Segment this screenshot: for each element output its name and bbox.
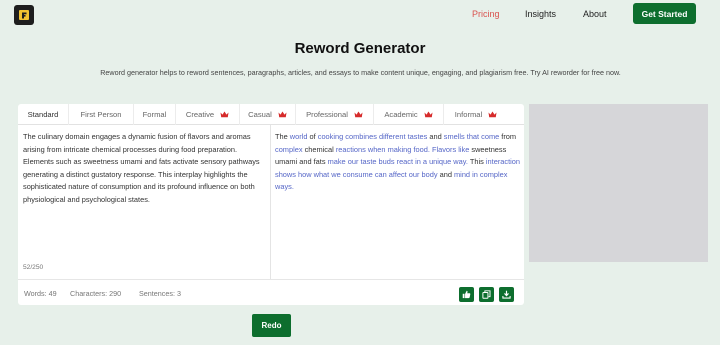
logo[interactable]	[14, 5, 34, 25]
changed-phrase[interactable]: world	[290, 132, 308, 141]
changed-phrase[interactable]: cooking combines different tastes	[318, 132, 428, 141]
copy-button[interactable]	[479, 287, 494, 302]
changed-phrase[interactable]: make our taste buds react in a unique wa…	[328, 157, 468, 166]
redo-button[interactable]: Redo	[252, 314, 291, 337]
nav-insights[interactable]: Insights	[525, 9, 556, 19]
word-count: Words: 49	[24, 289, 57, 298]
tab-label: First Person	[80, 110, 122, 119]
reword-card: Standard First Person Formal Creative Ca…	[18, 104, 524, 305]
like-button[interactable]	[459, 287, 474, 302]
tab-formal[interactable]: Formal	[134, 104, 176, 125]
tab-academic[interactable]: Academic	[374, 104, 444, 125]
nav-about[interactable]: About	[583, 9, 607, 19]
tab-creative[interactable]: Creative	[176, 104, 240, 125]
tab-professional[interactable]: Professional	[296, 104, 374, 125]
thumbs-up-icon	[462, 290, 471, 299]
changed-phrase[interactable]: smells that come	[444, 132, 499, 141]
crown-icon	[424, 111, 433, 118]
tab-informal[interactable]: Informal	[444, 104, 508, 125]
crown-icon	[354, 111, 363, 118]
download-icon	[502, 290, 511, 299]
crown-icon	[278, 111, 287, 118]
unchanged-phrase: This	[467, 157, 486, 166]
unchanged-phrase: The	[275, 132, 290, 141]
tab-label: Standard	[27, 110, 59, 119]
download-button[interactable]	[499, 287, 514, 302]
nav-pricing[interactable]: Pricing	[472, 9, 500, 19]
unchanged-phrase: from	[499, 132, 517, 141]
unchanged-phrase: of	[307, 132, 318, 141]
tab-label: Casual	[248, 110, 272, 119]
tab-label: Professional	[306, 110, 348, 119]
tab-first-person[interactable]: First Person	[69, 104, 134, 125]
sentence-count: Sentences: 3	[139, 289, 181, 298]
unchanged-phrase: chemical	[302, 144, 336, 154]
tab-label: Creative	[185, 110, 215, 119]
crown-icon	[488, 111, 497, 118]
changed-phrase[interactable]: complex	[275, 145, 303, 154]
tab-label: Informal	[454, 110, 483, 119]
ad-placeholder	[529, 104, 708, 262]
get-started-button[interactable]: Get Started	[633, 3, 696, 24]
output-pane: The world of cooking combines different …	[271, 125, 524, 279]
tab-standard[interactable]: Standard	[18, 104, 69, 125]
copy-icon	[482, 290, 491, 299]
page-title: Reword Generator	[294, 40, 426, 57]
tab-label: Academic	[384, 110, 418, 119]
tab-label: Formal	[142, 110, 167, 119]
stats-bar: Words: 49 Characters: 290 Sentences: 3	[18, 279, 524, 305]
tab-casual[interactable]: Casual	[240, 104, 296, 125]
unchanged-phrase: and	[437, 169, 455, 179]
mode-tabs: Standard First Person Formal Creative Ca…	[18, 104, 524, 125]
input-pane[interactable]: The culinary domain engages a dynamic fu…	[18, 125, 271, 279]
word-counter: 52/250	[23, 264, 44, 271]
output-text: The world of cooking combines different …	[275, 131, 521, 194]
changed-phrase[interactable]: reactions when making food. Flavors like	[336, 145, 470, 154]
input-textarea[interactable]: The culinary domain engages a dynamic fu…	[23, 131, 268, 206]
unchanged-phrase: and	[427, 132, 444, 141]
page-subtitle: Reword generator helps to reword sentenc…	[100, 68, 621, 77]
character-count: Characters: 290	[70, 289, 122, 298]
crown-icon	[220, 111, 229, 118]
